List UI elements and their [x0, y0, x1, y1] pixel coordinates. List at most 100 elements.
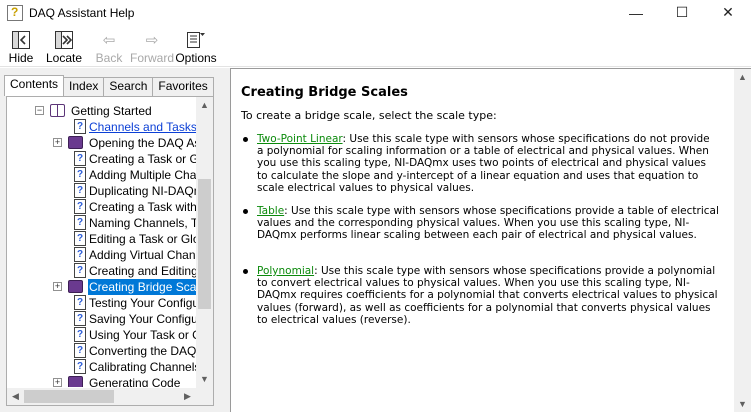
- intro-text: To create a bridge scale, select the sca…: [241, 109, 497, 122]
- expand-icon[interactable]: +: [53, 378, 62, 387]
- back-button[interactable]: ⇦ Back: [89, 25, 129, 66]
- scroll-down-icon[interactable]: ▼: [734, 396, 751, 412]
- scroll-left-icon[interactable]: ◀: [7, 388, 24, 405]
- tree-item[interactable]: ? Creating a Task or Glo: [7, 151, 200, 167]
- tree-item-label: Adding Virtual Channe: [89, 248, 200, 262]
- back-arrow-icon: ⇦: [102, 31, 116, 49]
- tree-item[interactable]: ? Creating a Task with M: [7, 199, 200, 215]
- tree-scroll-thumb[interactable]: [198, 179, 211, 309]
- tree-item[interactable]: + Generating Code: [7, 375, 200, 387]
- tree-item-label: Creating a Task with M: [89, 200, 200, 214]
- help-page-icon: ?: [74, 311, 86, 326]
- scroll-up-icon[interactable]: ▲: [196, 97, 213, 114]
- tree-item[interactable]: ? Testing Your Configura: [7, 295, 200, 311]
- tab-contents[interactable]: Contents: [4, 75, 65, 96]
- tree-item[interactable]: + Creating Bridge Scales: [7, 279, 200, 295]
- help-page-icon: ?: [74, 231, 86, 246]
- tree-item-label: Creating and Editing S: [89, 264, 200, 278]
- tree-item[interactable]: ? Adding Multiple Chann: [7, 167, 200, 183]
- title-bar: DAQ Assistant Help — ☐ ✕: [0, 0, 751, 25]
- scale-type-item: Table: Use this scale type with sensors …: [241, 205, 719, 242]
- tree-item-label: Testing Your Configura: [89, 296, 200, 310]
- close-button[interactable]: ✕: [705, 0, 751, 25]
- bullet-icon: [243, 269, 248, 274]
- scroll-right-icon[interactable]: ▶: [179, 388, 196, 405]
- tree-item-label: Saving Your Configura: [89, 312, 200, 326]
- help-page-icon: ?: [74, 295, 86, 310]
- book-icon: [68, 136, 83, 149]
- tree-item-label: Channels and Tasks: [89, 120, 197, 134]
- bullet-icon: [243, 137, 248, 142]
- scroll-up-icon[interactable]: ▲: [734, 69, 751, 86]
- help-page-icon: ?: [74, 199, 86, 214]
- expand-icon[interactable]: +: [53, 138, 62, 147]
- help-app-icon: [7, 4, 23, 21]
- tree-item[interactable]: ? Using Your Task or Gl: [7, 327, 200, 343]
- tab-favorites[interactable]: Favorites: [152, 77, 214, 96]
- tree-item-label: Opening the DAQ Assi: [89, 136, 200, 150]
- bullet-icon: [243, 209, 248, 214]
- window-title: DAQ Assistant Help: [29, 5, 135, 20]
- forward-arrow-icon: ⇨: [145, 31, 159, 49]
- tree-item[interactable]: ? Converting the DAQ A: [7, 343, 200, 359]
- tree-item[interactable]: ? Adding Virtual Channe: [7, 247, 200, 263]
- tree-item[interactable]: − Getting Started: [7, 103, 200, 119]
- scale-type-description: : Use this scale type with sensors whose…: [257, 265, 718, 326]
- scale-type-item: Two-Point Linear: Use this scale type wi…: [241, 133, 719, 194]
- tree-hscroll-thumb[interactable]: [24, 390, 114, 403]
- help-page-icon: ?: [74, 183, 86, 198]
- help-page-icon: ?: [74, 167, 86, 182]
- scale-type-link[interactable]: Polynomial: [257, 265, 314, 277]
- hide-button[interactable]: Hide: [3, 25, 39, 66]
- tree-horizontal-scrollbar[interactable]: ◀ ▶: [7, 388, 213, 405]
- tree-item[interactable]: ? Saving Your Configura: [7, 311, 200, 327]
- scale-type-link[interactable]: Two-Point Linear: [257, 133, 343, 145]
- tree-item-label: Adding Multiple Chann: [89, 168, 200, 182]
- tree-item-label: Converting the DAQ A: [89, 344, 200, 358]
- tree-item-label: Using Your Task or Gl: [89, 328, 200, 342]
- content-vertical-scrollbar[interactable]: ▲ ▼: [734, 69, 751, 412]
- forward-button[interactable]: ⇨ Forward: [130, 25, 174, 66]
- scroll-corner: [196, 388, 213, 405]
- help-page-icon: ?: [74, 151, 86, 166]
- page-title: Creating Bridge Scales: [241, 85, 408, 100]
- minimize-button[interactable]: —: [613, 0, 659, 25]
- collapse-icon[interactable]: −: [35, 106, 44, 115]
- expand-icon[interactable]: +: [53, 282, 62, 291]
- scale-type-description: : Use this scale type with sensors whose…: [257, 205, 719, 242]
- tab-index[interactable]: Index: [63, 77, 105, 96]
- toolbar: Hide Locate ⇦ Back ⇨ Forward Options: [0, 25, 751, 67]
- tree-item[interactable]: ? Creating and Editing S: [7, 263, 200, 279]
- tree-item[interactable]: ? Naming Channels, Tas: [7, 215, 200, 231]
- tree-item[interactable]: + Opening the DAQ Assi: [7, 135, 200, 151]
- locate-button[interactable]: Locate: [42, 25, 86, 66]
- tree-item[interactable]: ? Calibrating Channels: [7, 359, 200, 375]
- navigation-tabs: Contents Index Search Favorites: [4, 75, 214, 96]
- tree-item-label: Generating Code: [89, 376, 181, 387]
- scale-type-item: Polynomial: Use this scale type with sen…: [241, 265, 719, 326]
- maximize-button[interactable]: ☐: [659, 0, 705, 25]
- help-page-icon: ?: [74, 327, 86, 342]
- navigation-pane: Contents Index Search Favorites − Getting…: [0, 68, 224, 412]
- help-page-icon: ?: [74, 343, 86, 358]
- locate-icon: [54, 30, 74, 50]
- tree-item-label: Calibrating Channels: [89, 360, 200, 374]
- tree-vertical-scrollbar[interactable]: ▲ ▼: [196, 97, 213, 388]
- tree-item-label: Getting Started: [71, 104, 152, 118]
- options-icon: [185, 30, 207, 50]
- tree-item[interactable]: ? Editing a Task or Glob: [7, 231, 200, 247]
- book-icon: [68, 376, 83, 387]
- help-page-icon: ?: [74, 215, 86, 230]
- tree-item[interactable]: ? Channels and Tasks: [7, 119, 200, 135]
- contents-tree-frame: − Getting Started? Channels and Tasks + Open…: [6, 96, 214, 406]
- help-page-icon: ?: [74, 247, 86, 262]
- scroll-down-icon[interactable]: ▼: [196, 371, 213, 388]
- contents-tree: − Getting Started? Channels and Tasks + Open…: [7, 101, 200, 387]
- book-open-icon: [50, 104, 65, 117]
- options-button[interactable]: Options: [175, 25, 217, 66]
- scale-type-link[interactable]: Table: [257, 205, 284, 217]
- hide-pane-icon: [11, 30, 31, 50]
- tab-search[interactable]: Search: [103, 77, 154, 96]
- tree-item[interactable]: ? Duplicating NI-DAQmx: [7, 183, 200, 199]
- tree-item-label: Creating Bridge Scales: [88, 279, 200, 295]
